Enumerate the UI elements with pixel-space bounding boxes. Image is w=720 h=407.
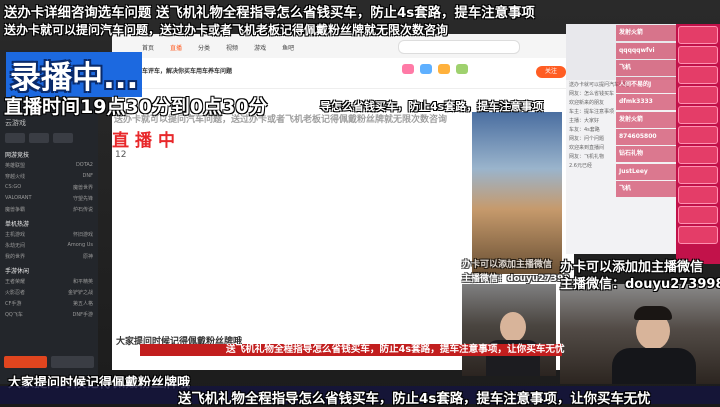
sidebar-row[interactable]: 王者荣耀 和平精英 [0, 276, 98, 287]
rocket-gift-icon [678, 186, 718, 204]
wechat-line-2: 主播微信：douyu273998 [560, 277, 720, 292]
gift-sender: dfmk3333 [616, 94, 676, 111]
doc-title: 直播中 [112, 131, 181, 151]
rocket-gift-icon [678, 166, 718, 184]
rocket-gift-icon [678, 106, 718, 124]
gift-sender: 飞机 [616, 59, 676, 76]
top-notice-line: 送办卡详细咨询选车问题 送飞机礼物全程指导怎么省钱买车，防止4s套路，提车注意事… [4, 6, 535, 21]
webcam-main [560, 284, 720, 384]
quick-button[interactable] [5, 133, 25, 143]
ghost-notice: 送办卡就可以提问汽车问题，送过办卡或者飞机老板记得佩戴粉丝牌就无限次数咨询 [114, 115, 448, 125]
sidebar-section-3: 手游休闲 王者荣耀 和平精英 火影忍者 金铲铲之战 CF手游 第五人格 QQ飞车 DNF… [0, 262, 98, 320]
webcam-small [462, 284, 556, 376]
sidebar-row[interactable]: 我的世界 原神 [0, 251, 98, 262]
text-document[interactable]: 12 [112, 114, 473, 370]
rocket-gift-icon [678, 206, 718, 224]
gift-sender: JustLeey [616, 163, 676, 180]
sidebar-row[interactable]: VALORANT 守望先锋 [0, 193, 98, 204]
fan-badge-icon[interactable] [402, 64, 414, 74]
gift-sender: 钻石礼物 [616, 146, 676, 163]
wechat-ghost-2: 主播微信：douyu27399 [462, 274, 570, 284]
nav-item-category[interactable]: 分类 [198, 43, 210, 52]
quick-button[interactable] [53, 133, 73, 143]
nav-item-home[interactable]: 首页 [142, 43, 154, 52]
report-icon[interactable] [456, 64, 468, 74]
gift-sender: 飞机 [616, 180, 676, 197]
nav-item-fishbar[interactable]: 鱼吧 [282, 43, 294, 52]
rocket-gift-icon [678, 226, 718, 244]
promo-banner-bottom: 送飞机礼物全程指导怎么省钱买车，防止4s套路，提车注意事项，让你买车无忧 [0, 386, 720, 407]
top-notice-line-2: 送办卡就可以提问汽车问题，送过办卡或者飞机老板记得佩戴粉丝牌就无限次数咨询 [4, 23, 449, 37]
rocket-gift-icon [678, 66, 718, 84]
gift-icon[interactable] [420, 64, 432, 74]
rocket-gift-icon [678, 126, 718, 144]
sidebar-row[interactable]: 英雄联盟 DOTA2 [0, 160, 98, 171]
promo-banner-bottom-text: 送飞机礼物全程指导怎么省钱买车，防止4s套路，提车注意事项，让你买车无忧 [178, 392, 651, 407]
sidebar-row[interactable]: CF手游 第五人格 [0, 298, 98, 309]
sidebar-quick-buttons[interactable] [0, 130, 98, 146]
nav-item-live[interactable]: 直播 [170, 43, 182, 52]
gift-icon-column [676, 24, 720, 264]
sidebar-row[interactable]: 穿越火线 DNF [0, 171, 98, 182]
sidebar-row[interactable]: 魔兽争霸 炉石传说 [0, 204, 98, 215]
share-icon[interactable] [438, 64, 450, 74]
sidebar-bottom-buttons[interactable] [4, 356, 94, 368]
gift-feed: 发射火箭 qqqqqwfvi 飞机 人间不易的J dfmk3333 发射火箭 8… [616, 24, 676, 214]
nav-item-game[interactable]: 游戏 [254, 43, 266, 52]
doc-cursor-text: 12 [115, 150, 127, 160]
sidebar-row[interactable]: QQ飞车 DNF手游 [0, 309, 98, 320]
search-input[interactable] [398, 40, 520, 54]
sidebar-section-title: 网游竞技 [5, 152, 30, 159]
room-title: 车评车，解决你买车用车养车问题 [142, 68, 233, 75]
streamer-hair [634, 306, 672, 320]
sidebar-action-button[interactable] [4, 356, 47, 368]
follow-button[interactable]: 关注 [536, 66, 566, 78]
gift-sender: 发射火箭 [616, 111, 676, 128]
sidebar-row[interactable]: CS:GO 魔兽世界 [0, 182, 98, 193]
room-toolbar: 车评车，解决你买车用车养车问题 关注 [112, 58, 574, 89]
sidebar-row[interactable]: 永劫无间 Among Us [0, 240, 98, 251]
gift-sender: 人间不易的J [616, 77, 676, 94]
gift-sender: 发射火箭 [616, 25, 676, 42]
toolbar-icons [402, 64, 468, 74]
quick-button[interactable] [29, 133, 49, 143]
nav-item-video[interactable]: 视频 [226, 43, 238, 52]
promo-banner-small-text: 送飞机礼物全程指导怎么省钱买车，防止4s套路，提车注意事项，让你买车无忧 [226, 344, 565, 355]
sidebar-section-1: 网游竞技 英雄联盟 DOTA2 穿越火线 DNF CS:GO 魔兽世界 VALORAN… [0, 146, 98, 215]
video-player[interactable] [472, 112, 562, 274]
gift-sender: 874605800 [616, 129, 676, 146]
sidebar-section-2: 单机热游 主机游戏 怀旧游戏 永劫无间 Among Us 我的世界 原神 [0, 215, 98, 262]
sidebar-section-title: 单机热游 [5, 221, 30, 228]
streamer-face [500, 312, 526, 342]
sidebar-action-button[interactable] [51, 356, 94, 368]
sidebar-row[interactable]: 火影忍者 金铲铲之战 [0, 287, 98, 298]
rocket-gift-icon [678, 46, 718, 64]
promo-banner-small: 送飞机礼物全程指导怎么省钱买车，防止4s套路，提车注意事项，让你买车无忧 [140, 344, 565, 356]
sidebar-section-title: 手游休闲 [5, 268, 30, 275]
nav-menu: 首页 直播 分类 视频 游戏 鱼吧 [142, 43, 294, 52]
rocket-gift-icon [678, 146, 718, 164]
rocket-gift-icon [678, 86, 718, 104]
recording-label: 录播中... [6, 52, 143, 97]
wechat-ghost-1: 办卡可以添加主播微信 [462, 260, 553, 270]
sidebar-row[interactable]: 主机游戏 怀旧游戏 [0, 229, 98, 240]
gift-sender: qqqqqwfvi [616, 42, 676, 59]
rocket-gift-icon [678, 26, 718, 44]
streamer-body [612, 348, 696, 384]
